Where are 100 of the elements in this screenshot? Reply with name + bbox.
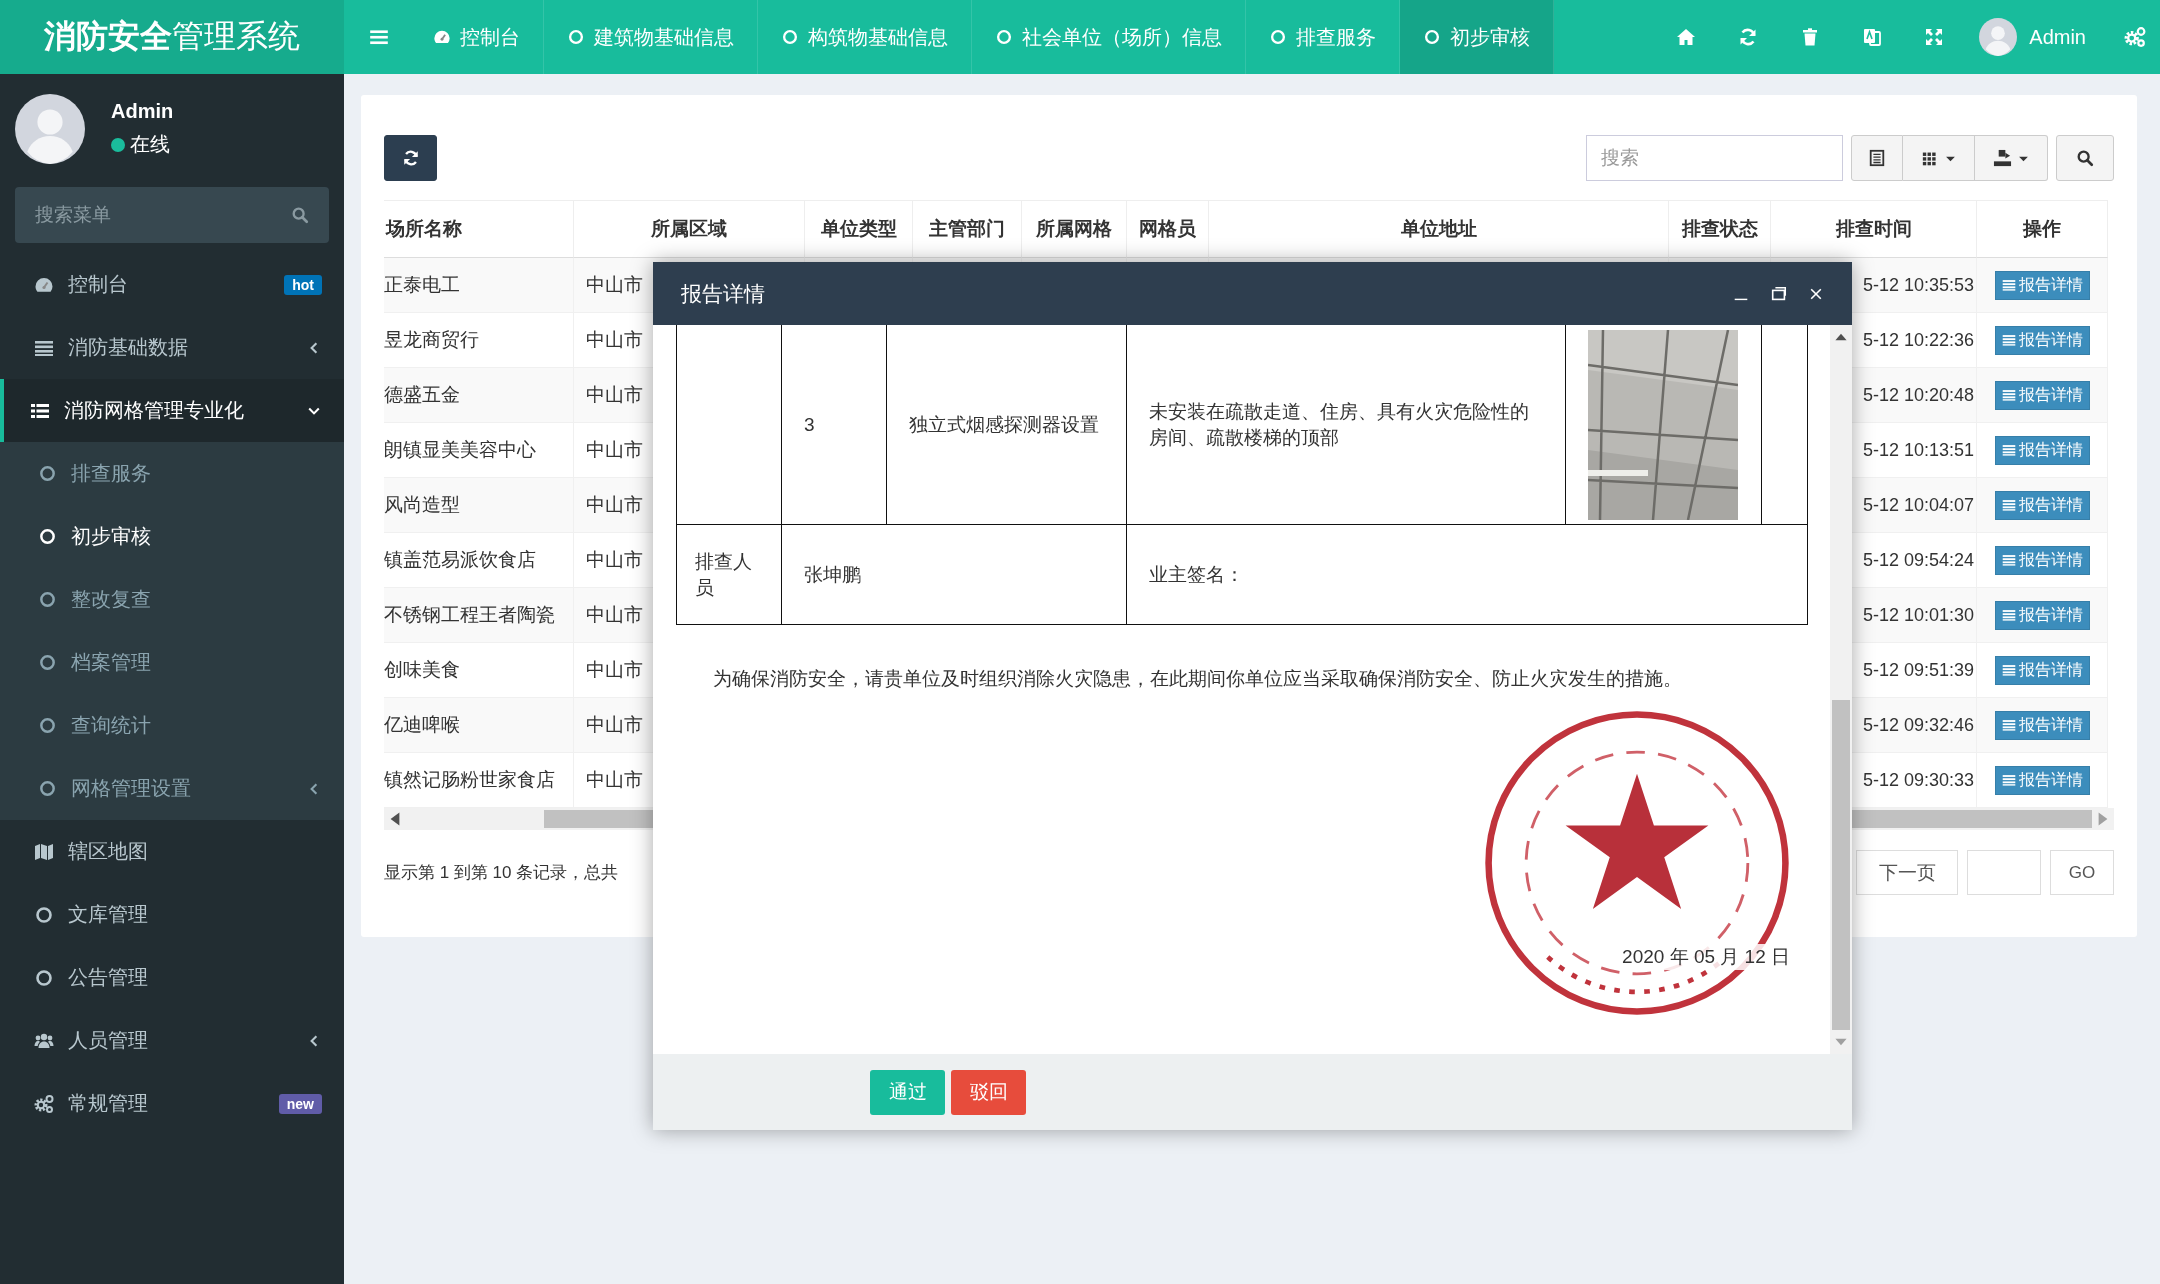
report-detail-button[interactable]: 报告详情: [1994, 490, 2090, 520]
list-icon: [2001, 278, 2016, 292]
table-cell-text: 亿迪啤喉: [384, 713, 460, 737]
columns-button[interactable]: [1903, 135, 1975, 181]
list-icon: [2001, 663, 2016, 677]
circle-icon: [38, 653, 57, 672]
list-icon: [2001, 773, 2016, 787]
submenu-item[interactable]: 整改复查: [0, 568, 344, 631]
reject-button[interactable]: 驳回: [951, 1069, 1026, 1115]
search-icon[interactable]: [291, 206, 309, 224]
menu-item[interactable]: 消防基础数据: [0, 316, 344, 379]
table-cell-text: 中山市: [586, 713, 643, 737]
nav-tab[interactable]: 建筑物基础信息: [544, 0, 758, 74]
list-icon: [2001, 608, 2016, 622]
user-name[interactable]: Admin: [2029, 25, 2086, 49]
report-detail-button[interactable]: 报告详情: [1994, 765, 2090, 795]
report-detail-button[interactable]: 报告详情: [1994, 435, 2090, 465]
badge: new: [278, 1093, 322, 1114]
table-cell: 排查人员: [695, 550, 752, 598]
circle-icon: [38, 716, 57, 735]
circle-icon: [1423, 28, 1441, 46]
report-detail-button[interactable]: 报告详情: [1994, 600, 2090, 630]
report-detail-button[interactable]: 报告详情: [1994, 380, 2090, 410]
circle-icon: [38, 779, 57, 798]
menu-item[interactable]: 辖区地图: [0, 820, 344, 883]
table-cell: 5-12 10:04:07: [1862, 494, 1974, 516]
table-cell-text: 中山市: [586, 658, 643, 682]
export-button[interactable]: [1975, 135, 2048, 181]
table-cell-text: 镇然记肠粉世家食店: [384, 768, 555, 792]
search-icon: [2076, 149, 2094, 167]
translate-icon[interactable]: [1862, 27, 1883, 47]
circle-icon: [995, 28, 1013, 46]
view-toggle-button[interactable]: [1851, 135, 1903, 181]
table-cell: 5-12 10:35:53: [1862, 274, 1974, 296]
menu-item[interactable]: 文库管理: [0, 883, 344, 946]
list-icon: [2001, 718, 2016, 732]
approve-button[interactable]: 通过: [870, 1069, 945, 1115]
table-cell: 5-12 09:30:33: [1862, 769, 1974, 791]
avatar-icon: [15, 94, 85, 164]
report-detail-button[interactable]: 报告详情: [1994, 545, 2090, 575]
report-detail-button[interactable]: 报告详情: [1994, 710, 2090, 740]
table-cell: 张坤鹏: [804, 563, 862, 585]
menu-item[interactable]: 控制台 hot: [0, 253, 344, 316]
menu-item[interactable]: 人员管理: [0, 1009, 344, 1072]
table-cell-text: 中山市: [586, 493, 643, 517]
table-cell: 5-12 10:13:51: [1862, 439, 1974, 461]
report-detail-button[interactable]: 报告详情: [1994, 325, 2090, 355]
export-icon: [1993, 148, 2012, 168]
search-button[interactable]: [2056, 135, 2114, 181]
next-page-button[interactable]: 下一页: [1856, 850, 1958, 895]
fullscreen-icon[interactable]: [1924, 27, 1945, 47]
record-summary: 显示第 1 到第 10 条记录，总共: [384, 862, 619, 884]
submenu-item[interactable]: 排查服务: [0, 442, 344, 505]
submenu-item[interactable]: 初步审核: [0, 505, 344, 568]
menu-item[interactable]: 公告管理: [0, 946, 344, 1009]
list-icon: [2001, 388, 2016, 402]
maximize-icon[interactable]: [1770, 284, 1788, 303]
table-cell-text: 中山市: [586, 768, 643, 792]
table-cell-text: 中山市: [586, 328, 643, 352]
refresh-icon[interactable]: [1738, 27, 1759, 47]
vertical-scrollbar[interactable]: [1830, 325, 1852, 1054]
table-cell-text: 昱龙商贸行: [384, 328, 479, 352]
circle-icon: [1269, 28, 1287, 46]
column-header: 所属区域: [574, 200, 805, 258]
menu-item[interactable]: 消防网格管理专业化: [0, 379, 344, 442]
report-detail-button[interactable]: 报告详情: [1994, 270, 2090, 300]
table-cell: 5-12 09:51:39: [1862, 659, 1974, 681]
status-text: 在线: [130, 132, 170, 157]
map-icon: [34, 841, 54, 862]
column-header: 单位地址: [1209, 200, 1669, 258]
nav-tab[interactable]: 社会单位（场所）信息: [972, 0, 1246, 74]
table-cell-text: 中山市: [586, 603, 643, 627]
settings-icon[interactable]: [2124, 26, 2146, 48]
table-cell: 5-12 10:22:36: [1862, 329, 1974, 351]
nav-tab[interactable]: 构筑物基础信息: [758, 0, 972, 74]
dashboard-icon: [433, 28, 451, 46]
home-icon[interactable]: [1676, 27, 1697, 47]
notice-text: 为确保消防安全，请贵单位及时组织消除火灾隐患，在此期间你单位应当采取确保消防安全、防止火灾发生的措施。: [712, 667, 1683, 691]
user-name: Admin: [111, 100, 174, 123]
list-icon: [2001, 553, 2016, 567]
nav-tab[interactable]: 控制台: [410, 0, 544, 74]
menu-item[interactable]: 常规管理 new: [0, 1072, 344, 1135]
table-cell-text: 中山市: [586, 383, 643, 407]
list-icon: [2001, 443, 2016, 457]
submenu-item[interactable]: 查询统计: [0, 694, 344, 757]
badge: hot: [284, 274, 322, 295]
table-cell: 5-12 09:54:24: [1862, 549, 1974, 571]
gears-icon: [34, 1093, 54, 1114]
submenu-item[interactable]: 档案管理: [0, 631, 344, 694]
go-button[interactable]: GO: [2050, 850, 2114, 895]
dialog-title: 报告详情: [681, 280, 766, 307]
submenu-item[interactable]: 网格管理设置: [0, 757, 344, 820]
nav-tab[interactable]: 初步审核: [1400, 0, 1554, 74]
table-cell-text: 不锈钢工程王者陶瓷: [384, 603, 555, 627]
refresh-button[interactable]: [384, 135, 437, 181]
report-detail-button[interactable]: 报告详情: [1994, 655, 2090, 685]
search-field[interactable]: 搜索菜单: [15, 187, 329, 243]
search-field[interactable]: 搜索: [1586, 135, 1843, 181]
page-input[interactable]: [1967, 850, 2041, 895]
circle-icon: [38, 590, 57, 609]
